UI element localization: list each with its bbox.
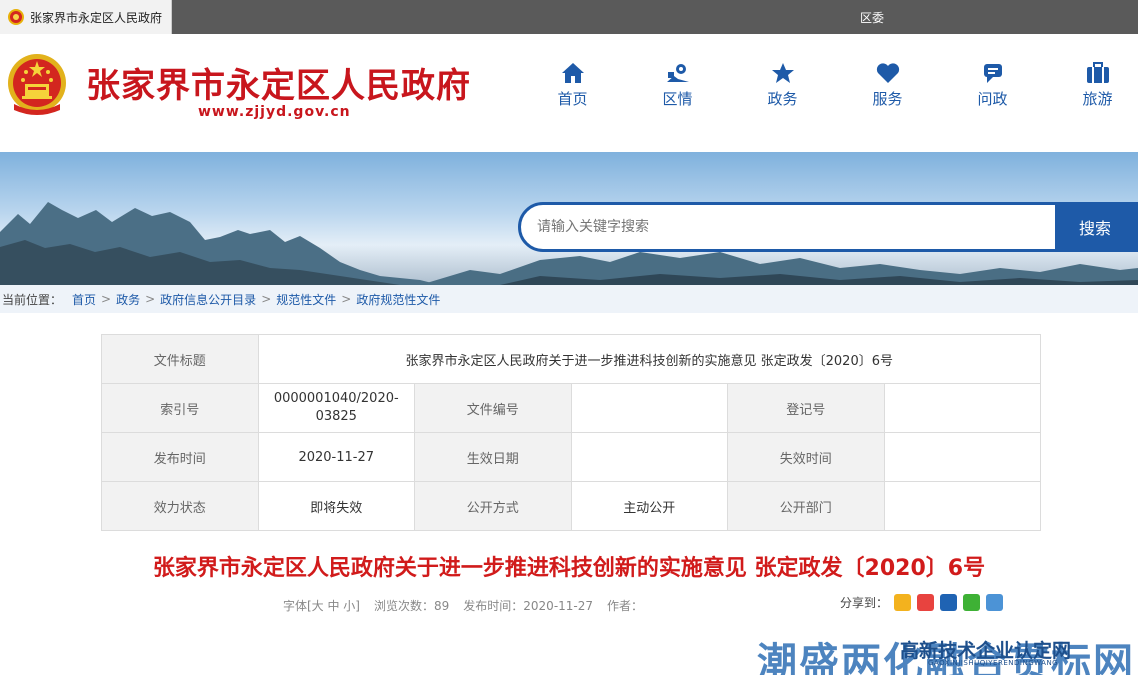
weibo-share-icon[interactable] xyxy=(917,594,935,611)
table-key: 登记号 xyxy=(727,383,885,433)
nav-label: 旅游 xyxy=(1082,90,1113,108)
table-key: 索引号 xyxy=(101,383,259,433)
heart-icon xyxy=(876,63,899,83)
table-key: 公开部门 xyxy=(727,481,885,531)
emblem-icon xyxy=(8,9,24,25)
publish-time: 发布时间：2020-11-27 xyxy=(463,599,594,613)
table-key: 公开方式 xyxy=(414,481,572,531)
renren-share-icon[interactable] xyxy=(940,594,958,611)
table-value xyxy=(883,432,1041,482)
table-key: 文件标题 xyxy=(101,334,259,384)
nav-item-district[interactable]: 区情 xyxy=(625,62,730,109)
site-header: 张家界市永定区人民政府 www.zjjyd.gov.cn 首页 区情 政务 服务… xyxy=(0,34,1138,152)
view-count: 浏览次数：89 xyxy=(374,599,450,613)
wechat-share-icon[interactable] xyxy=(963,594,981,611)
table-row: 发布时间 2020-11-27 生效日期 失效时间 xyxy=(101,432,1041,482)
district-committee-link[interactable]: 区委 xyxy=(860,9,884,26)
nav-label: 政务 xyxy=(767,90,798,108)
map-pin-icon xyxy=(666,64,689,82)
site-title[interactable]: 张家界市永定区人民政府 xyxy=(86,58,471,107)
chat-icon xyxy=(983,64,1002,83)
table-value xyxy=(883,481,1041,531)
banner: 搜索 xyxy=(0,152,1138,285)
table-row: 效力状态 即将失效 公开方式 主动公开 公开部门 xyxy=(101,481,1041,531)
breadcrumb: 当前位置： 首页 > 政务 > 政府信息公开目录 > 规范性文件 > 政府规范性… xyxy=(0,285,1138,313)
nav-label: 服务 xyxy=(872,90,903,108)
table-key: 发布时间 xyxy=(101,432,259,482)
table-value xyxy=(570,432,728,482)
table-value: 0000001040/2020-03825 xyxy=(257,383,415,433)
table-row: 索引号 0000001040/2020-03825 文件编号 登记号 xyxy=(101,383,1041,433)
nav-item-government[interactable]: 政务 xyxy=(730,62,835,109)
breadcrumb-prefix: 当前位置： xyxy=(2,292,63,307)
breadcrumb-government[interactable]: 政务 xyxy=(116,291,140,308)
nav-label: 首页 xyxy=(557,90,588,108)
article-title: 张家界市永定区人民政府关于进一步推进科技创新的实施意见 张定政发〔2020〕6号 xyxy=(152,556,986,581)
tab-title: 张家界市永定区人民政府 xyxy=(30,10,163,25)
breadcrumb-separator: > xyxy=(341,292,352,306)
breadcrumb-separator: > xyxy=(145,292,156,306)
search-input[interactable] xyxy=(521,205,1055,249)
qzone-share-icon[interactable] xyxy=(894,594,912,611)
nav-item-home[interactable]: 首页 xyxy=(520,62,625,109)
table-value: 即将失效 xyxy=(257,481,415,531)
nav-label: 问政 xyxy=(977,90,1008,108)
table-key: 文件编号 xyxy=(414,383,572,433)
breadcrumb-separator: > xyxy=(101,292,112,306)
breadcrumb-gov-normative-docs[interactable]: 政府规范性文件 xyxy=(356,291,440,308)
table-value: 2020-11-27 xyxy=(257,432,415,482)
star-icon xyxy=(771,63,794,83)
search-button[interactable]: 搜索 xyxy=(1055,205,1135,249)
nav-label: 区情 xyxy=(662,90,693,108)
table-value: 张家界市永定区人民政府关于进一步推进科技创新的实施意见 张定政发〔2020〕6号 xyxy=(257,334,1041,384)
breadcrumb-info-catalog[interactable]: 政府信息公开目录 xyxy=(160,291,256,308)
table-value xyxy=(883,383,1041,433)
browser-tab[interactable]: 张家界市永定区人民政府 xyxy=(0,0,172,34)
table-value: 主动公开 xyxy=(570,481,728,531)
site-url: www.zjjyd.gov.cn xyxy=(198,104,351,120)
table-row: 文件标题 张家界市永定区人民政府关于进一步推进科技创新的实施意见 张定政发〔20… xyxy=(101,334,1041,384)
table-key: 失效时间 xyxy=(727,432,885,482)
national-emblem-icon xyxy=(8,54,66,115)
search-bar: 搜索 xyxy=(518,202,1138,252)
suitcase-icon xyxy=(1086,62,1109,83)
watermark-sub-en: GAOXINJISHUQIYERENDINGWANG xyxy=(928,659,1059,667)
main-nav: 首页 区情 政务 服务 问政 旅游 xyxy=(520,62,1138,109)
breadcrumb-normative-docs[interactable]: 规范性文件 xyxy=(276,291,336,308)
nav-item-inquiry[interactable]: 问政 xyxy=(940,62,1045,109)
breadcrumb-separator: > xyxy=(261,292,272,306)
article-meta: 字体[大 中 小] 浏览次数：89 发布时间：2020-11-27 作者： xyxy=(283,597,643,614)
document-info-table: 文件标题 张家界市永定区人民政府关于进一步推进科技创新的实施意见 张定政发〔20… xyxy=(101,334,1041,531)
nav-item-service[interactable]: 服务 xyxy=(835,62,940,109)
table-key: 效力状态 xyxy=(101,481,259,531)
table-value xyxy=(570,383,728,433)
table-key: 生效日期 xyxy=(414,432,572,482)
more-share-icon[interactable] xyxy=(986,594,1004,611)
share-bar: 分享到： xyxy=(840,594,1004,611)
font-size-switcher[interactable]: 字体[大 中 小] xyxy=(283,597,360,614)
author: 作者： xyxy=(607,599,644,613)
share-label: 分享到： xyxy=(840,596,889,610)
home-icon xyxy=(561,63,584,83)
browser-tab-bar: 张家界市永定区人民政府 区委 xyxy=(0,0,1138,34)
nav-item-tourism[interactable]: 旅游 xyxy=(1045,62,1138,109)
breadcrumb-home[interactable]: 首页 xyxy=(72,291,96,308)
